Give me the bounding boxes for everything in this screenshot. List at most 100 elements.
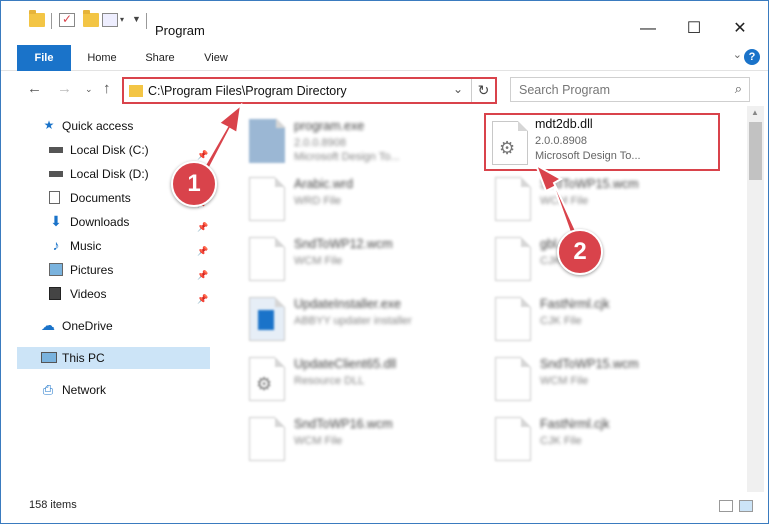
window-title: Program (155, 23, 205, 38)
list-item[interactable]: program.exe 2.0.0.8908 Microsoft Design … (239, 113, 469, 171)
documents-icon (49, 191, 60, 204)
search-input[interactable]: Search Program ⌕ (510, 77, 750, 102)
drive-icon (49, 147, 63, 153)
file-name: FastNrml.cjk (540, 417, 610, 431)
sidebar-item-music[interactable]: ♪ Music 📌 (1, 235, 211, 257)
step-badge-2: 2 (557, 229, 603, 275)
file-name: SndToWP15.wcm (540, 177, 639, 191)
tab-view[interactable]: View (193, 45, 239, 71)
sidebar-item-label: Downloads (70, 215, 130, 229)
sidebar-item-pictures[interactable]: Pictures 📌 (1, 259, 211, 281)
list-item[interactable]: FastNrml.cjk CJK File (485, 291, 715, 349)
file-type: CJK File (540, 315, 582, 327)
list-item[interactable]: UpdateInstaller.exe ABBYY updater instal… (239, 291, 469, 349)
file-description: Microsoft Design To... (294, 151, 400, 163)
sidebar-item-quick-access[interactable]: ★ Quick access (1, 115, 211, 137)
sidebar-item-label: Documents (70, 191, 131, 205)
exe-file-icon (249, 118, 286, 163)
sidebar-item-onedrive[interactable]: ☁ OneDrive (1, 315, 211, 337)
recent-locations-icon[interactable]: ⌄ (85, 84, 93, 95)
file-type: ABBYY updater installer (294, 315, 412, 327)
help-icon[interactable]: ? (744, 49, 760, 65)
tab-home[interactable]: Home (79, 45, 125, 71)
new-folder-icon[interactable] (83, 10, 99, 27)
details-view-icon[interactable] (719, 500, 733, 512)
sidebar-item-videos[interactable]: Videos 📌 (1, 283, 211, 305)
dropdown-arrow-icon[interactable]: ▾ (120, 15, 124, 24)
sidebar-item-label: This PC (62, 351, 105, 365)
refresh-icon[interactable]: ↻ (471, 79, 495, 102)
status-bar: 158 items (1, 494, 768, 523)
document-icon (495, 417, 531, 461)
document-icon (495, 177, 531, 221)
navigation-bar: ← → ⌄ ↑ C:\Program Files\Program Directo… (1, 74, 768, 106)
sidebar-item-label: Local Disk (D:) (70, 167, 149, 181)
vertical-scrollbar[interactable]: ▲ (747, 106, 764, 492)
divider (146, 13, 147, 29)
step-badge-1: 1 (171, 161, 217, 207)
toolbar-customize-icon[interactable]: ▼ (132, 14, 141, 24)
divider (51, 13, 52, 29)
list-item[interactable]: ⚙ UpdateClient65.dll Resource DLL (239, 351, 469, 409)
address-bar[interactable]: C:\Program Files\Program Directory ⌄ ↻ (122, 77, 497, 104)
highlighted-file-mdt2db[interactable]: ⚙ mdt2db.dll 2.0.0.8908 Microsoft Design… (484, 113, 720, 171)
list-item[interactable]: SndToWP15.wcm WCM File (485, 351, 715, 409)
music-icon: ♪ (52, 237, 60, 253)
pin-icon[interactable]: 📌 (197, 288, 208, 310)
list-item[interactable]: FastNrml.cjk CJK File (485, 411, 715, 469)
document-icon (249, 237, 285, 281)
file-explorer-window: ✓ ▾ ▼ Program — ☐ ✕ File Home Share View… (0, 0, 769, 524)
chevron-down-icon[interactable]: ⌄ (733, 48, 742, 61)
list-item[interactable]: Arabic.wrd WRD File (239, 171, 469, 229)
file-version: 2.0.0.8908 (294, 137, 346, 149)
sidebar-item-this-pc[interactable]: This PC (17, 347, 210, 369)
maximize-button[interactable]: ☐ (674, 19, 714, 41)
large-icons-view-icon[interactable] (739, 500, 753, 512)
videos-icon (49, 287, 61, 300)
minimize-button[interactable]: — (628, 19, 668, 41)
list-item[interactable]: SndToWP16.wcm WCM File (239, 411, 469, 469)
chevron-down-icon[interactable]: ⌄ (453, 82, 463, 96)
dll-file-icon: ⚙ (249, 357, 285, 401)
back-arrow-icon[interactable]: ← (27, 80, 42, 97)
download-icon: ⬇ (50, 213, 62, 229)
document-icon (495, 237, 531, 281)
star-icon: ★ (43, 118, 55, 132)
sidebar-item-label: Network (62, 383, 107, 397)
quick-access-customize-icon[interactable] (102, 13, 118, 27)
scrollbar-thumb[interactable] (749, 122, 762, 180)
address-path[interactable]: C:\Program Files\Program Directory (148, 84, 347, 98)
close-button[interactable]: ✕ (720, 19, 760, 41)
file-name: UpdateInstaller.exe (294, 297, 402, 311)
tab-share[interactable]: Share (137, 45, 183, 71)
sidebar-item-downloads[interactable]: ⬇ Downloads 📌 (1, 211, 211, 233)
sidebar-item-label: OneDrive (62, 319, 113, 333)
file-name: SndToWP15.wcm (540, 357, 639, 371)
file-type: WCM File (294, 255, 343, 267)
file-name: UpdateClient65.dll (294, 357, 397, 371)
title-bar: ✓ ▾ ▼ Program — ☐ ✕ (1, 1, 768, 41)
scroll-up-icon[interactable]: ▲ (751, 108, 759, 117)
properties-icon[interactable]: ✓ (59, 12, 75, 27)
sidebar-item-network[interactable]: ⎙ Network (1, 379, 211, 401)
item-count: 158 items (29, 499, 77, 511)
up-arrow-icon[interactable]: ↑ (103, 80, 111, 97)
sidebar-item-label: Local Disk (C:) (70, 143, 149, 157)
computer-icon (41, 352, 57, 363)
forward-arrow-icon[interactable]: → (57, 80, 72, 97)
search-placeholder: Search Program (519, 83, 611, 97)
file-name: FastNrml.cjk (540, 297, 610, 311)
search-icon[interactable]: ⌕ (735, 81, 742, 97)
sidebar-item-local-disk-c[interactable]: Local Disk (C:) 📌 (1, 139, 211, 161)
list-item[interactable]: SndToWP15.wcm WCM File (485, 171, 715, 229)
file-type: WCM File (540, 195, 589, 207)
dll-file-icon: ⚙ (492, 121, 528, 165)
pictures-icon (49, 263, 63, 276)
list-item[interactable]: SndToWP12.wcm WCM File (239, 231, 469, 289)
sidebar-item-label: Music (70, 239, 102, 253)
file-name: mdt2db.dll (535, 117, 593, 131)
cloud-icon: ☁ (41, 317, 55, 333)
file-name: SndToWP16.wcm (294, 417, 393, 431)
folder-icon (129, 85, 143, 97)
tab-file[interactable]: File (17, 45, 71, 71)
